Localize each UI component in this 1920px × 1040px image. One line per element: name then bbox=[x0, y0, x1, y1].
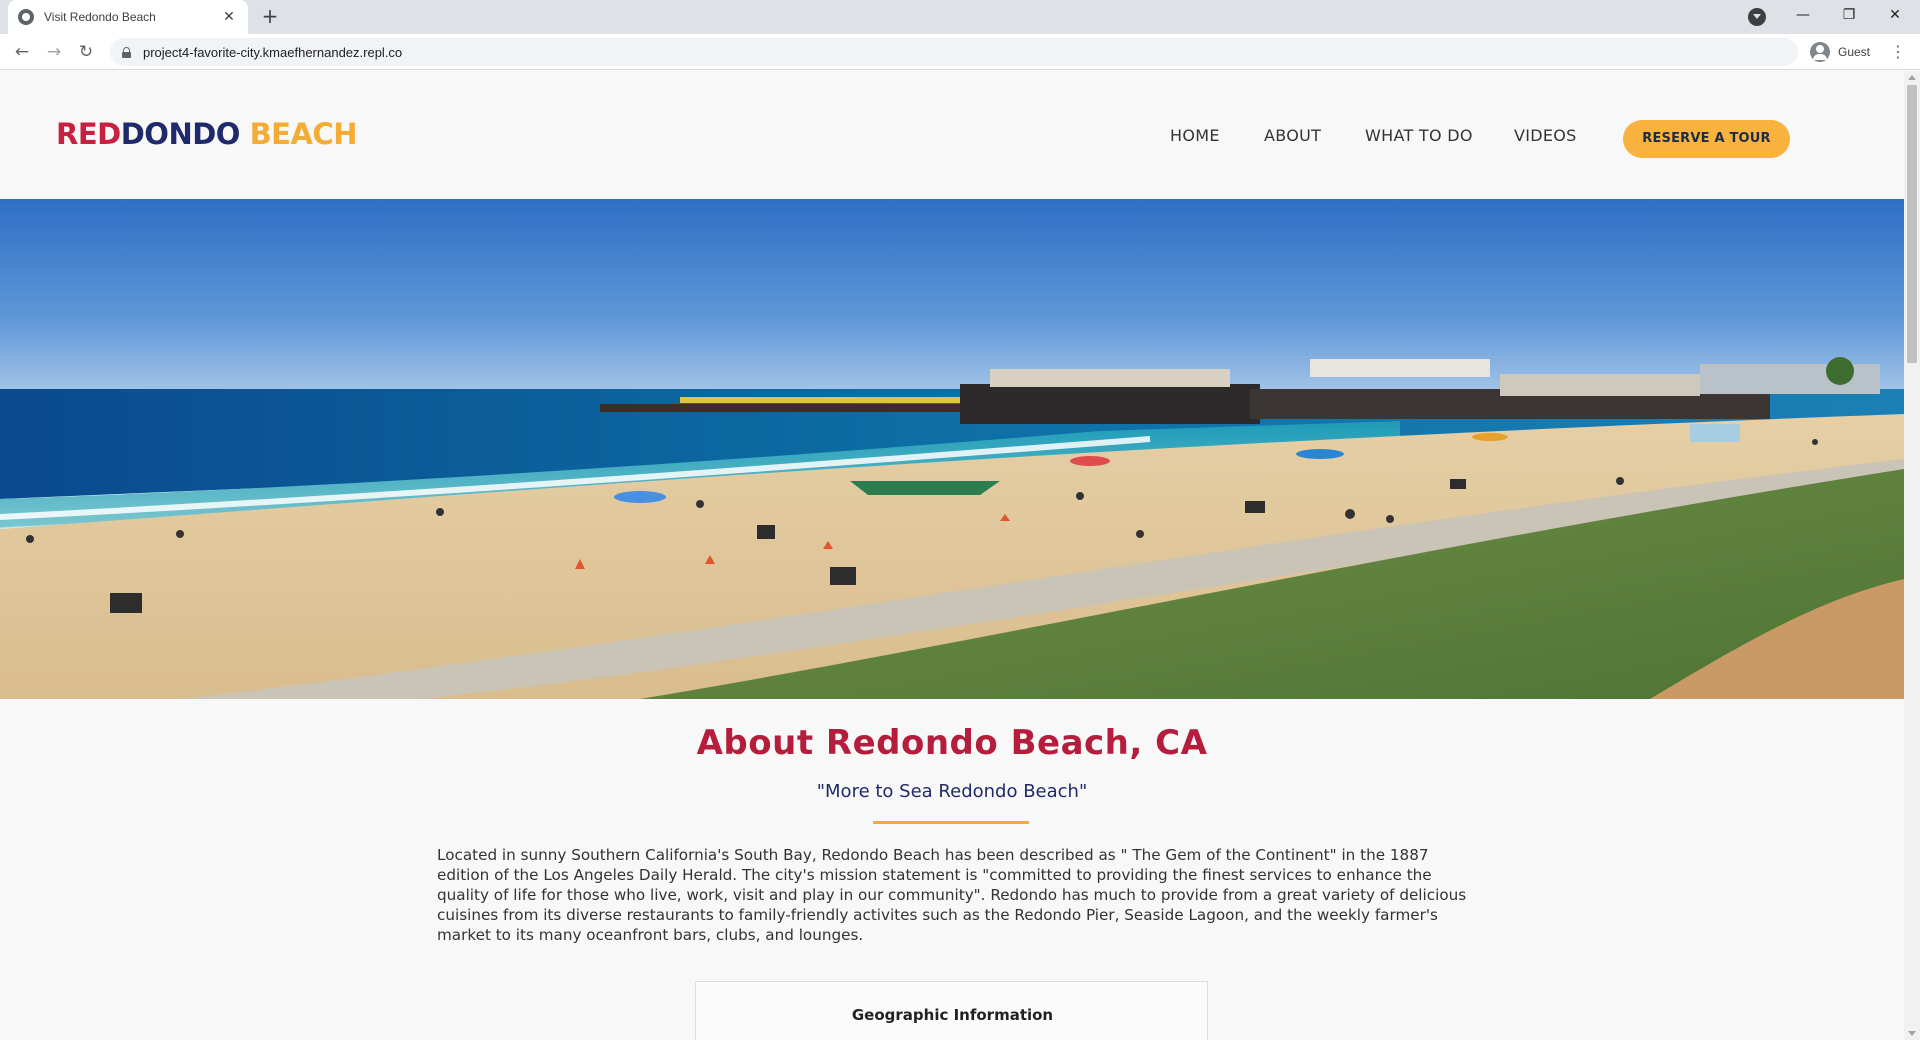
site-logo[interactable]: REDDONDO BEACH bbox=[56, 117, 357, 151]
lock-icon[interactable] bbox=[122, 46, 131, 58]
geographic-info-card: Geographic Information bbox=[695, 981, 1208, 1040]
beach-photo bbox=[0, 199, 1904, 699]
globe-icon bbox=[18, 9, 34, 25]
about-paragraph: Located in sunny Southern California's S… bbox=[437, 846, 1467, 944]
nav-about[interactable]: ABOUT bbox=[1264, 126, 1321, 145]
tab-search-icon[interactable] bbox=[1748, 8, 1766, 26]
logo-yellow-part: BEACH bbox=[249, 117, 358, 151]
nav-what-to-do[interactable]: WHAT TO DO bbox=[1365, 126, 1473, 145]
reload-button[interactable]: ↻ bbox=[74, 40, 98, 64]
nav-home[interactable]: HOME bbox=[1170, 126, 1220, 145]
tab-title: Visit Redondo Beach bbox=[44, 10, 156, 24]
close-window-button[interactable]: ✕ bbox=[1872, 0, 1918, 32]
new-tab-button[interactable]: + bbox=[258, 5, 282, 29]
back-button[interactable]: ← bbox=[10, 40, 34, 64]
logo-red-part: RED bbox=[56, 117, 121, 151]
forward-button[interactable]: → bbox=[42, 40, 66, 64]
about-subtitle: "More to Sea Redondo Beach" bbox=[816, 781, 1088, 802]
minimize-button[interactable]: — bbox=[1780, 0, 1826, 32]
browser-tab-strip: Visit Redondo Beach ✕ + — ❐ ✕ bbox=[0, 0, 1920, 34]
browser-toolbar: ← → ↻ project4-favorite-city.kmaefhernan… bbox=[0, 34, 1920, 70]
about-title: About Redondo Beach, CA bbox=[696, 723, 1208, 763]
geographic-info-title: Geographic Information bbox=[851, 1006, 1054, 1024]
tab-close-icon[interactable]: ✕ bbox=[220, 9, 238, 25]
section-divider bbox=[873, 821, 1029, 824]
url-text[interactable]: project4-favorite-city.kmaefhernandez.re… bbox=[143, 45, 402, 60]
browser-menu-icon[interactable]: ⋮ bbox=[1888, 40, 1908, 64]
page-scrollbar[interactable] bbox=[1904, 71, 1920, 1040]
reserve-tour-button[interactable]: RESERVE A TOUR bbox=[1623, 120, 1790, 158]
address-bar[interactable]: project4-favorite-city.kmaefhernandez.re… bbox=[110, 38, 1798, 66]
nav-videos[interactable]: VIDEOS bbox=[1514, 126, 1577, 145]
scroll-up-icon[interactable] bbox=[1908, 75, 1916, 80]
page-viewport: REDDONDO BEACH HOME ABOUT WHAT TO DO VID… bbox=[0, 71, 1904, 1040]
restore-button[interactable]: ❐ bbox=[1826, 0, 1872, 32]
avatar-icon bbox=[1810, 42, 1830, 62]
profile-label: Guest bbox=[1838, 45, 1871, 59]
logo-navy-part: DONDO bbox=[120, 117, 241, 151]
site-header: REDDONDO BEACH HOME ABOUT WHAT TO DO VID… bbox=[0, 71, 1904, 199]
profile-button[interactable]: Guest bbox=[1808, 39, 1878, 65]
scroll-down-icon[interactable] bbox=[1908, 1031, 1916, 1036]
scrollbar-thumb[interactable] bbox=[1907, 85, 1917, 363]
browser-tab[interactable]: Visit Redondo Beach ✕ bbox=[8, 0, 248, 34]
hero-image bbox=[0, 199, 1904, 699]
